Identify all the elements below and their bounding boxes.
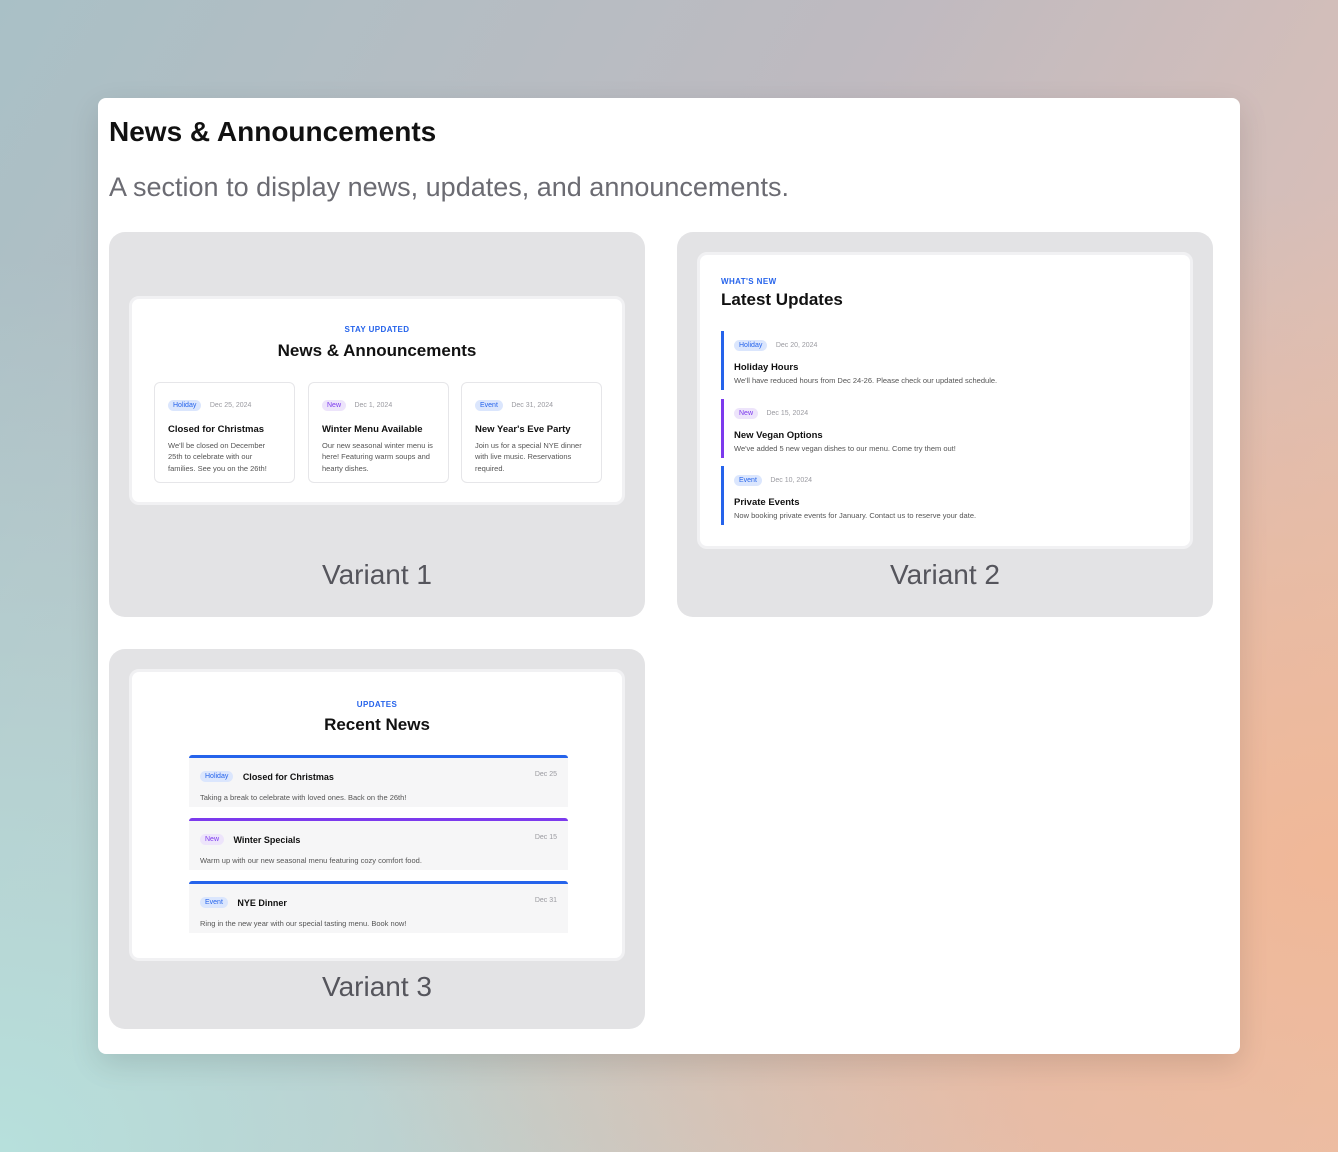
category-badge: New (200, 834, 225, 846)
news-title: Holiday Hours (734, 362, 799, 373)
news-title: Winter Menu Available (322, 424, 423, 435)
news-date: Dec 10, 2024 (770, 477, 813, 485)
variant-1-preview: STAY UPDATED News & Announcements Holida… (129, 296, 625, 505)
news-date: Dec 31 (534, 897, 557, 904)
category-badge: New (734, 408, 759, 420)
news-text: Warm up with our new seasonal menu featu… (200, 856, 422, 865)
category-badge: Event (200, 897, 228, 909)
category-badge: Event (475, 400, 503, 412)
component-panel: News & Announcements A section to displa… (98, 98, 1240, 1054)
variant-3-preview: UPDATES Recent News Holiday Closed for C… (129, 669, 625, 961)
news-row: Holiday Closed for Christmas Dec 25 Taki… (189, 755, 568, 807)
variant-label: Variant 1 (322, 559, 432, 590)
update-entry: New Dec 15, 2024 New Vegan Options We've… (721, 399, 1161, 458)
news-title: New Vegan Options (734, 430, 823, 441)
news-text: Now booking private events for January. … (734, 511, 977, 520)
news-title: Closed for Christmas (242, 771, 334, 782)
news-title: Winter Specials (233, 834, 301, 845)
category-badge: Event (734, 475, 762, 487)
variant-label: Variant 2 (890, 559, 1000, 590)
news-text: We'll have reduced hours from Dec 24-26.… (734, 376, 998, 385)
news-card: Holiday Dec 25, 2024 Closed for Christma… (154, 382, 295, 483)
page-title: News & Announcements (109, 116, 437, 147)
news-text: We've added 5 new vegan dishes to our me… (734, 444, 956, 453)
news-date: Dec 25, 2024 (209, 402, 252, 410)
news-text: Ring in the new year with our special ta… (200, 919, 407, 928)
news-title: Closed for Christmas (168, 424, 265, 435)
page-description: A section to display news, updates, and … (109, 172, 789, 202)
variant-label: Variant 3 (322, 971, 432, 1002)
news-title: New Year's Eve Party (475, 424, 571, 435)
eyebrow-label: UPDATES (356, 700, 398, 709)
section-title: News & Announcements (277, 341, 477, 360)
variant-card-2[interactable]: WHAT'S NEW Latest Updates Holiday Dec 20… (677, 232, 1213, 617)
news-row: New Winter Specials Dec 15 Warm up with … (189, 818, 568, 870)
news-date: Dec 31, 2024 (511, 402, 554, 410)
news-card: Event Dec 31, 2024 New Year's Eve Party … (461, 382, 602, 483)
category-badge: New (322, 400, 347, 412)
news-date: Dec 1, 2024 (354, 402, 393, 410)
category-badge: Holiday (200, 771, 234, 783)
news-text: Join us for a special NYE dinner with li… (475, 441, 582, 473)
news-date: Dec 15, 2024 (766, 410, 809, 418)
eyebrow-label: WHAT'S NEW (721, 277, 777, 286)
news-date: Dec 15 (534, 834, 557, 841)
variant-card-3[interactable]: UPDATES Recent News Holiday Closed for C… (109, 649, 645, 1029)
category-badge: Holiday (734, 340, 768, 352)
news-text: Our new seasonal winter menu is here! Fe… (322, 441, 433, 473)
update-entry: Event Dec 10, 2024 Private Events Now bo… (721, 466, 1161, 525)
eyebrow-label: STAY UPDATED (344, 325, 410, 334)
news-date: Dec 20, 2024 (775, 342, 818, 350)
news-date: Dec 25 (534, 771, 557, 778)
variant-card-1[interactable]: STAY UPDATED News & Announcements Holida… (109, 232, 645, 617)
news-text: Taking a break to celebrate with loved o… (200, 793, 407, 802)
news-title: Private Events (734, 497, 800, 508)
section-title: Latest Updates (721, 290, 843, 309)
section-title: Recent News (324, 715, 430, 734)
variant-2-preview: WHAT'S NEW Latest Updates Holiday Dec 20… (697, 252, 1193, 549)
news-row: Event NYE Dinner Dec 31 Ring in the new … (189, 881, 568, 933)
category-badge: Holiday (168, 400, 202, 412)
news-text: We'll be closed on December 25th to cele… (168, 441, 267, 473)
update-entry: Holiday Dec 20, 2024 Holiday Hours We'll… (721, 331, 1161, 390)
news-title: NYE Dinner (237, 897, 287, 908)
news-card: New Dec 1, 2024 Winter Menu Available Ou… (308, 382, 449, 483)
